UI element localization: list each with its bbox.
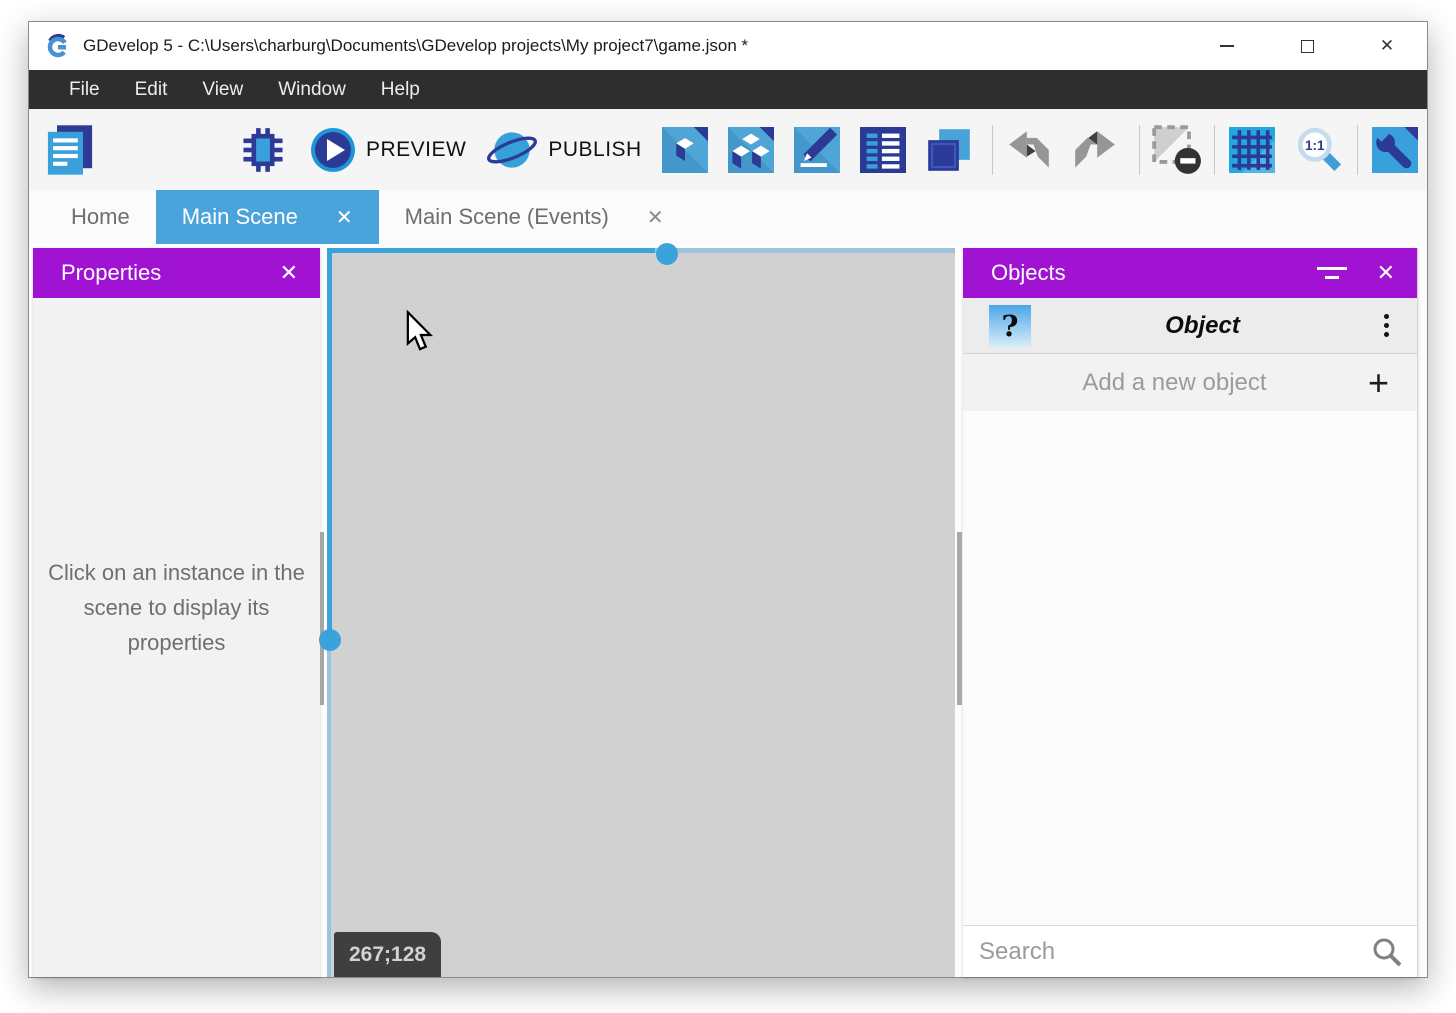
project-manager-icon xyxy=(45,124,95,176)
grid-icon xyxy=(1229,127,1275,173)
toolbar: PREVIEW PUBLISH xyxy=(29,109,1427,190)
publish-label: PUBLISH xyxy=(548,138,641,162)
scene-cube-icon xyxy=(662,127,708,173)
tab-bar: Home Main Scene ✕ Main Scene (Events) ✕ xyxy=(29,190,1427,244)
unknown-object-icon: ? xyxy=(989,305,1031,347)
toolbar-options-wrench-icon xyxy=(1372,127,1418,173)
tab-main-scene-events[interactable]: Main Scene (Events) ✕ xyxy=(379,190,690,244)
toolbar-options-button[interactable] xyxy=(1372,127,1418,173)
close-window-button[interactable]: ✕ xyxy=(1347,22,1427,70)
search-icon xyxy=(1371,936,1403,968)
menu-bar: File Edit View Window Help xyxy=(29,70,1427,109)
edit-events-button[interactable] xyxy=(794,127,840,173)
undo-button[interactable] xyxy=(1007,130,1051,170)
filter-icon[interactable] xyxy=(1317,267,1347,279)
objects-panel-header: Objects ✕ xyxy=(963,248,1417,298)
properties-panel: Properties ✕ Click on an instance in the… xyxy=(33,248,320,977)
title-bar: GDevelop 5 - C:\Users\charburg\Documents… xyxy=(29,22,1427,70)
main-area: Properties ✕ Click on an instance in the… xyxy=(29,244,1427,977)
zoom-1-1-icon: 1:1 xyxy=(1295,126,1343,174)
window-title: GDevelop 5 - C:\Users\charburg\Documents… xyxy=(83,36,1187,56)
vertical-scrollbar[interactable] xyxy=(327,640,331,977)
toolbar-separator xyxy=(1214,125,1215,175)
horizontal-scrollbar[interactable] xyxy=(327,248,655,253)
toolbar-separator xyxy=(1357,125,1358,175)
scene-cubes-icon xyxy=(728,127,774,173)
preview-label: PREVIEW xyxy=(366,138,466,162)
scene-canvas[interactable]: 267;128 xyxy=(327,248,955,977)
preview-button[interactable]: PREVIEW xyxy=(310,127,466,173)
publish-button[interactable]: PUBLISH xyxy=(486,126,641,174)
scene-properties-button[interactable] xyxy=(860,127,906,173)
zoom-level-label: 1:1 xyxy=(1305,138,1325,153)
edit-objects-button[interactable] xyxy=(662,127,708,173)
debugger-button[interactable] xyxy=(240,127,286,173)
publish-globe-icon xyxy=(486,126,538,174)
add-object-label: Add a new object xyxy=(989,369,1360,397)
undo-icon xyxy=(1007,130,1051,170)
clear-selection-button[interactable] xyxy=(1152,125,1202,175)
properties-panel-body: Click on an instance in the scene to dis… xyxy=(33,298,320,977)
tab-home-label: Home xyxy=(71,204,130,230)
tab-close-icon[interactable]: ✕ xyxy=(336,205,353,230)
deselect-icon xyxy=(1152,125,1202,175)
redo-button[interactable] xyxy=(1073,130,1117,170)
vertical-scrollbar[interactable] xyxy=(327,248,332,640)
menu-edit[interactable]: Edit xyxy=(135,79,168,101)
tab-main-scene-label: Main Scene xyxy=(182,204,298,230)
vertical-scrollbar-thumb[interactable] xyxy=(957,532,962,705)
menu-file[interactable]: File xyxy=(69,79,100,101)
maximize-icon xyxy=(1301,40,1314,53)
kebab-menu-icon[interactable] xyxy=(1374,310,1399,341)
menu-window[interactable]: Window xyxy=(278,79,346,101)
properties-empty-message: Click on an instance in the scene to dis… xyxy=(48,555,306,660)
minimize-button[interactable] xyxy=(1187,22,1267,70)
redo-icon xyxy=(1073,130,1117,170)
events-pencil-icon xyxy=(794,127,840,173)
properties-list-icon xyxy=(860,127,906,173)
object-name: Object xyxy=(1031,312,1374,340)
minimize-icon xyxy=(1220,45,1234,47)
toolbar-separator xyxy=(992,125,993,175)
objects-search-bar xyxy=(963,925,1417,977)
toolbar-separator xyxy=(1139,125,1140,175)
horizontal-scrollbar-handle[interactable] xyxy=(656,243,678,265)
tab-main-scene[interactable]: Main Scene ✕ xyxy=(156,190,379,244)
grid-button[interactable] xyxy=(1229,127,1275,173)
add-object-row[interactable]: Add a new object + xyxy=(963,354,1417,411)
zoom-button[interactable]: 1:1 xyxy=(1295,126,1343,174)
objects-panel: Objects ✕ ? Object Add a new object + xyxy=(963,248,1418,977)
gdevelop-logo-icon xyxy=(45,33,71,59)
debug-icon xyxy=(240,127,286,173)
layers-icon xyxy=(926,127,972,173)
vertical-scrollbar-thumb[interactable] xyxy=(320,532,324,705)
close-icon: ✕ xyxy=(1380,36,1394,56)
layers-button[interactable] xyxy=(926,127,972,173)
tab-close-icon[interactable]: ✕ xyxy=(647,205,664,230)
preview-play-icon xyxy=(310,127,356,173)
tab-main-scene-events-label: Main Scene (Events) xyxy=(405,204,609,230)
app-window: GDevelop 5 - C:\Users\charburg\Documents… xyxy=(28,21,1428,978)
cursor-coordinates-badge: 267;128 xyxy=(334,932,441,977)
menu-help[interactable]: Help xyxy=(381,79,420,101)
vertical-scrollbar-handle[interactable] xyxy=(319,629,341,651)
close-icon[interactable]: ✕ xyxy=(280,260,298,286)
properties-panel-header: Properties ✕ xyxy=(33,248,320,298)
properties-panel-title: Properties xyxy=(61,260,280,286)
object-list-item[interactable]: ? Object xyxy=(963,298,1417,354)
tab-home[interactable]: Home xyxy=(45,190,156,244)
maximize-button[interactable] xyxy=(1267,22,1347,70)
close-icon[interactable]: ✕ xyxy=(1377,260,1395,286)
objects-panel-title: Objects xyxy=(991,260,1317,286)
project-manager-button[interactable] xyxy=(45,124,95,176)
search-input[interactable] xyxy=(979,938,1371,966)
plus-icon[interactable]: + xyxy=(1360,365,1397,401)
objects-list-empty-area xyxy=(963,411,1417,925)
horizontal-scrollbar[interactable] xyxy=(655,248,955,253)
menu-view[interactable]: View xyxy=(202,79,243,101)
mouse-cursor xyxy=(405,310,435,352)
edit-scene-button[interactable] xyxy=(728,127,774,173)
